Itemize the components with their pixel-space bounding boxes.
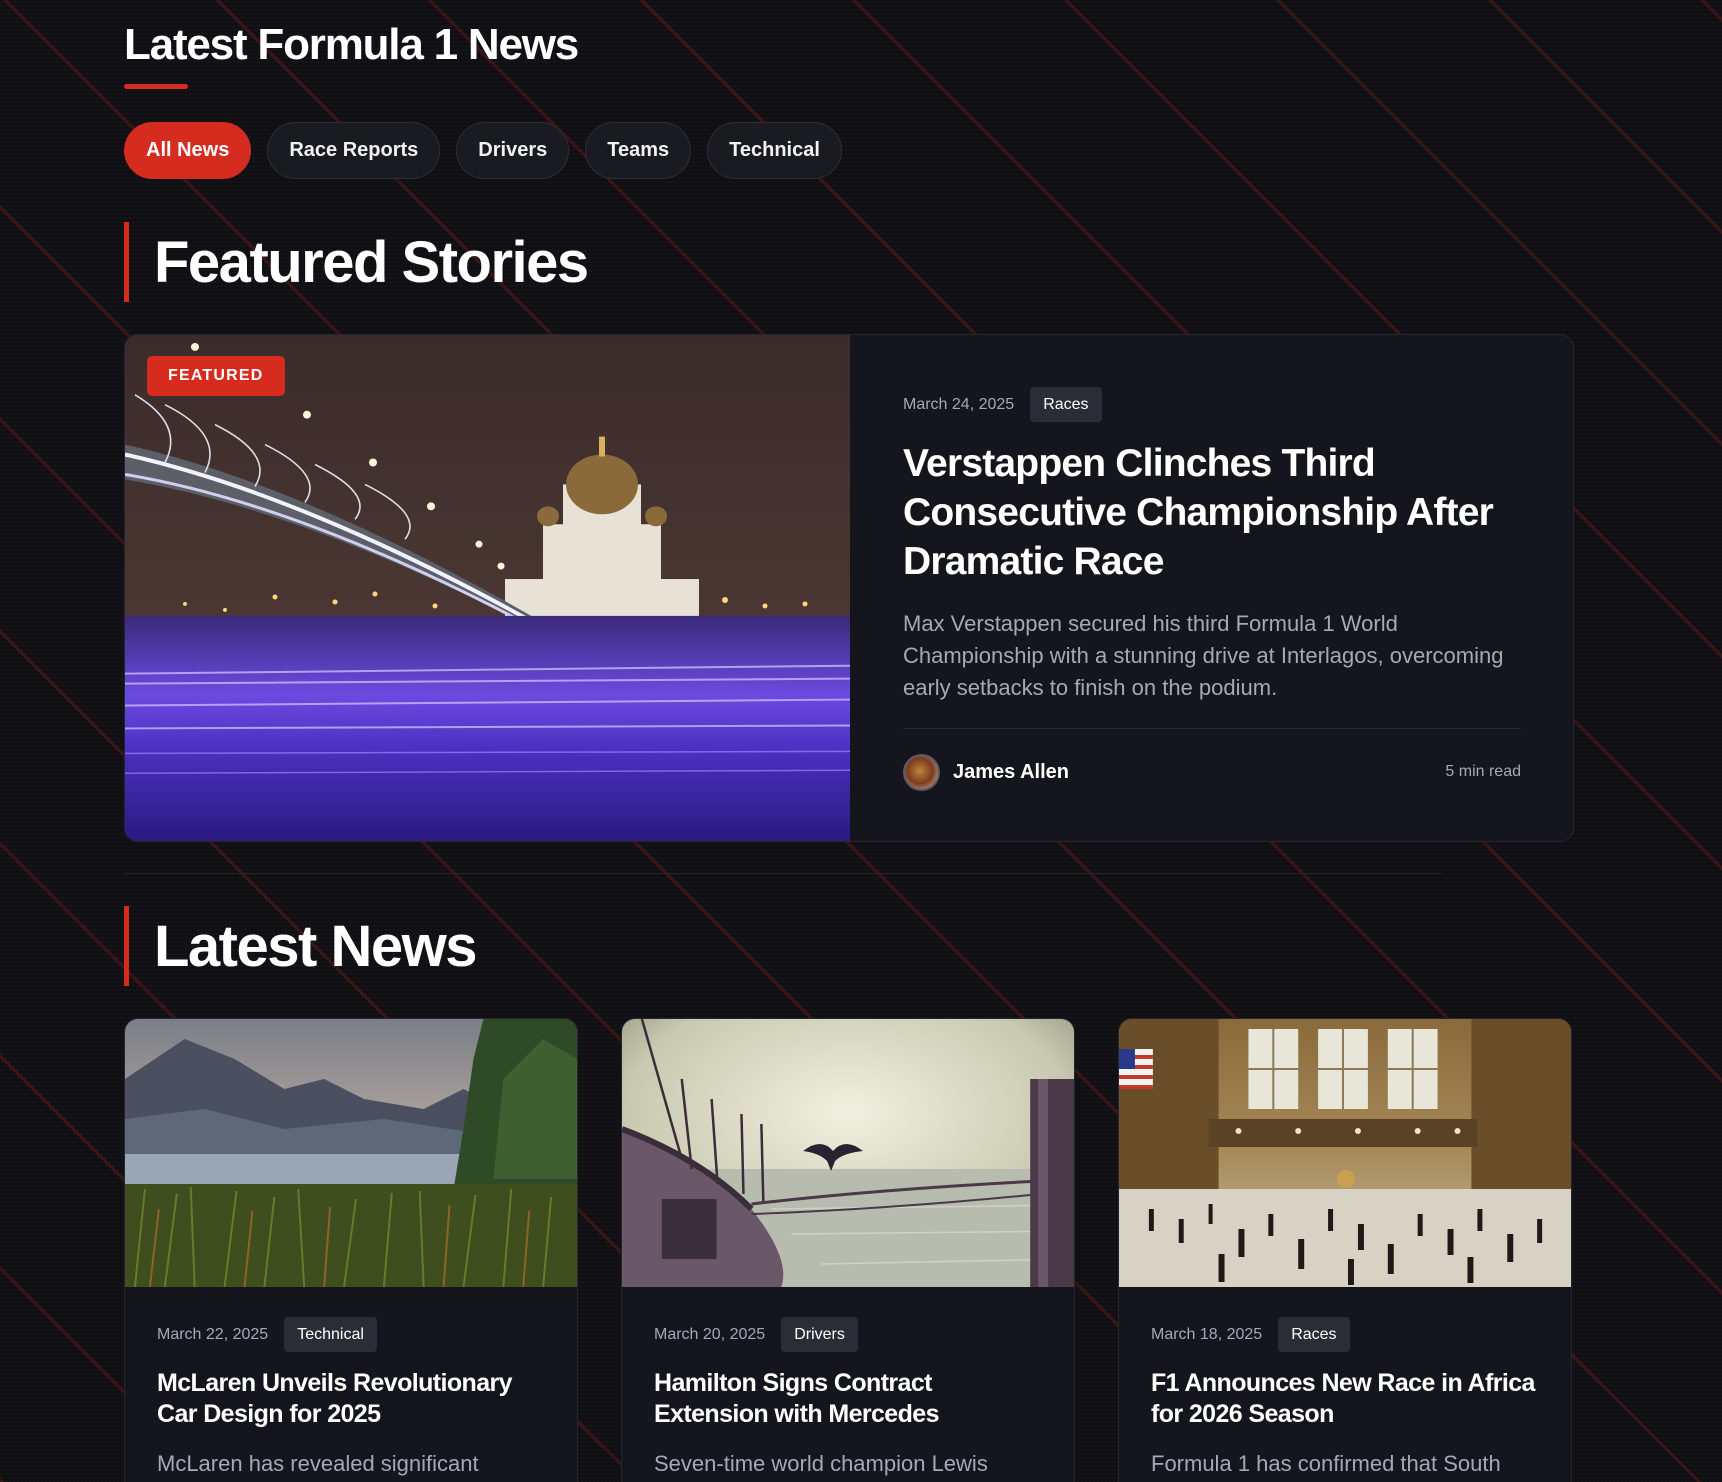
news-card-excerpt: McLaren has revealed significant [157, 1451, 479, 1476]
read-time: 5 min read [1445, 763, 1521, 780]
news-card-grid: March 22, 2025 Technical McLaren Unveils… [124, 1018, 1574, 1482]
news-card-meta: March 18, 2025 Races [1151, 1317, 1539, 1352]
news-card-excerpt: Formula 1 has confirmed that South [1151, 1451, 1501, 1476]
filter-all-news[interactable]: All News [124, 122, 252, 179]
news-card-tag[interactable]: Races [1278, 1317, 1350, 1352]
news-card-title[interactable]: F1 Announces New Race in Africa for 2026… [1151, 1368, 1539, 1430]
news-card[interactable]: March 20, 2025 Drivers Hamilton Signs Co… [621, 1018, 1075, 1482]
featured-meta: March 24, 2025 Races [903, 387, 1521, 422]
news-card-title[interactable]: McLaren Unveils Revolutionary Car Design… [157, 1368, 545, 1430]
featured-article-content: March 24, 2025 Races Verstappen Clinches… [850, 335, 1573, 841]
page-title: Latest Formula 1 News [124, 20, 579, 69]
section-divider [124, 873, 1442, 874]
news-card-image[interactable] [125, 1019, 577, 1287]
featured-title[interactable]: Verstappen Clinches Third Consecutive Ch… [903, 439, 1521, 586]
title-underline [124, 84, 188, 89]
news-card-tag[interactable]: Technical [284, 1317, 377, 1352]
featured-article-image[interactable]: FEATURED [125, 335, 850, 841]
featured-article-card[interactable]: FEATURED March 24, 2025 Races Verstappen… [124, 334, 1574, 842]
author-name[interactable]: James Allen [953, 761, 1069, 784]
featured-section-heading: Featured Stories [124, 222, 589, 302]
news-card[interactable]: March 22, 2025 Technical McLaren Unveils… [124, 1018, 578, 1482]
news-card-tag[interactable]: Drivers [781, 1317, 858, 1352]
filter-drivers[interactable]: Drivers [456, 122, 570, 179]
filter-race-reports[interactable]: Race Reports [267, 122, 441, 179]
featured-badge: FEATURED [147, 356, 285, 396]
featured-category-tag[interactable]: Races [1030, 387, 1102, 422]
filter-teams[interactable]: Teams [585, 122, 692, 179]
news-card-date: March 22, 2025 [157, 1325, 269, 1343]
news-card-body: March 22, 2025 Technical McLaren Unveils… [125, 1287, 577, 1480]
featured-date: March 24, 2025 [903, 395, 1015, 413]
author-avatar [903, 753, 940, 791]
news-card-image[interactable] [622, 1019, 1074, 1287]
author-row: James Allen 5 min read [903, 753, 1521, 791]
category-filters: All News Race Reports Drivers Teams Tech… [124, 122, 842, 179]
news-card-title[interactable]: Hamilton Signs Contract Extension with M… [654, 1368, 1042, 1430]
latest-section-heading: Latest News [124, 906, 477, 986]
news-card-excerpt: Seven-time world champion Lewis [654, 1451, 988, 1476]
news-card-date: March 18, 2025 [1151, 1325, 1263, 1343]
news-card-image[interactable] [1119, 1019, 1571, 1287]
news-card-meta: March 22, 2025 Technical [157, 1317, 545, 1352]
news-card[interactable]: March 18, 2025 Races F1 Announces New Ra… [1118, 1018, 1572, 1482]
news-card-body: March 20, 2025 Drivers Hamilton Signs Co… [622, 1287, 1074, 1480]
filter-technical[interactable]: Technical [707, 122, 842, 179]
featured-excerpt: Max Verstappen secured his third Formula… [903, 611, 1504, 700]
news-card-date: March 20, 2025 [654, 1325, 766, 1343]
news-card-body: March 18, 2025 Races F1 Announces New Ra… [1119, 1287, 1571, 1480]
news-card-meta: March 20, 2025 Drivers [654, 1317, 1042, 1352]
featured-divider [903, 728, 1521, 729]
